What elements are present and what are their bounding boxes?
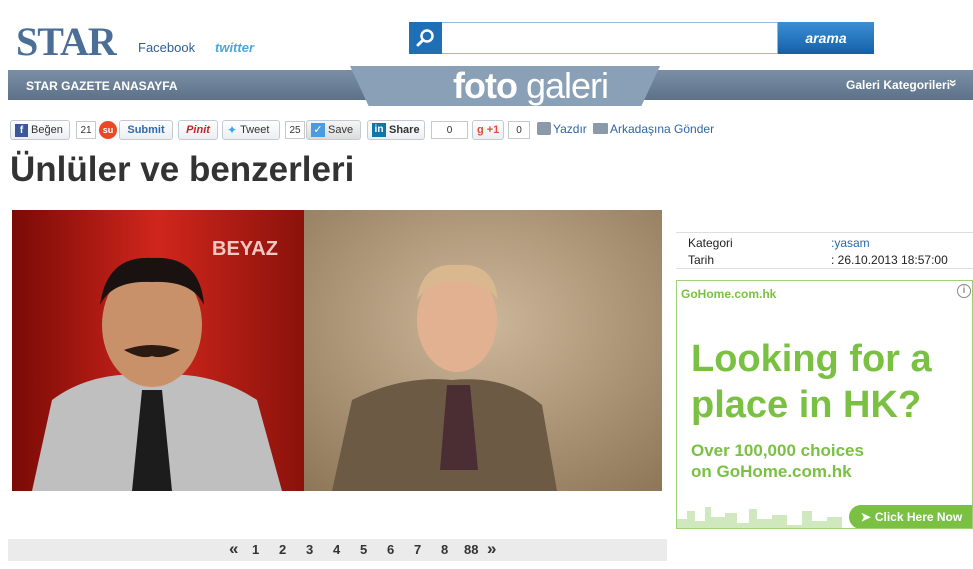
ad-subtext-line1: Over 100,000 choices (691, 441, 864, 460)
foto-galeri-title[interactable]: foto galeri (453, 66, 609, 106)
twitter-bird-icon: ✦ (227, 123, 238, 137)
google-plus-label: +1 (486, 124, 500, 136)
gallery-photo[interactable]: BEYAZ (12, 210, 662, 491)
page-link-6[interactable]: 6 (387, 542, 394, 557)
search-input[interactable] (444, 25, 774, 51)
page-link-7[interactable]: 7 (414, 542, 421, 557)
info-divider (676, 232, 973, 233)
prev-page-icon[interactable]: « (229, 539, 238, 559)
tweet-count: 25 (285, 121, 305, 139)
ad-cta-button[interactable]: ➤ Click Here Now (849, 505, 972, 528)
ad-brand: GoHome.com.hk (681, 287, 777, 301)
page-link-8[interactable]: 8 (441, 542, 448, 557)
nav-categories-link[interactable]: Galeri Kategorileri (846, 78, 950, 92)
linkedin-count: 0 (431, 121, 468, 139)
search-icon[interactable] (409, 22, 442, 54)
linkedin-share-button[interactable]: in Share (367, 120, 425, 140)
ad-headline-line2: place in HK? (691, 384, 922, 426)
search-button[interactable]: arama (778, 22, 874, 54)
google-plus-button[interactable]: g +1 (472, 120, 504, 140)
linkedin-icon: in (372, 123, 386, 137)
page-link-88[interactable]: 88 (464, 542, 478, 557)
page-link-5[interactable]: 5 (360, 542, 367, 557)
save-label: Save (328, 124, 354, 136)
printer-icon (537, 122, 551, 135)
info-icon[interactable]: i (957, 284, 971, 298)
stumbleupon-icon[interactable]: su (99, 121, 117, 139)
page-link-1[interactable]: 1 (252, 542, 259, 557)
date-value: : 26.10.2013 18:57:00 (831, 253, 948, 267)
tweet-button[interactable]: ✦ Tweet (222, 120, 280, 140)
google-plus-icon: g (477, 124, 484, 136)
print-link[interactable]: Yazdır (553, 122, 587, 136)
star-logo[interactable]: STAR (16, 18, 117, 65)
category-label: Kategori (688, 236, 733, 250)
facebook-like-button[interactable]: f Beğen (10, 120, 70, 140)
category-value[interactable]: :yasam (831, 236, 870, 250)
twitter-link[interactable]: twitter (215, 40, 254, 55)
nav-home-link[interactable]: STAR GAZETE ANASAYFA (26, 79, 178, 93)
page-link-2[interactable]: 2 (279, 542, 286, 557)
arrow-right-icon: ➤ (860, 510, 871, 524)
beyaz-logo: BEYAZ (212, 238, 278, 260)
info-divider-bottom (676, 268, 973, 269)
next-page-icon[interactable]: » (487, 539, 496, 559)
facebook-icon: f (15, 123, 28, 137)
chevron-down-icon[interactable]: » (946, 79, 962, 87)
ad-subtext-line2: on GoHome.com.hk (691, 462, 852, 481)
advertisement[interactable]: GoHome.com.hk i Looking for a place in H… (676, 280, 973, 529)
linkedin-label: Share (389, 124, 420, 136)
save-button[interactable]: ✓ Save (306, 120, 361, 140)
ad-cta-label: Click Here Now (874, 510, 963, 524)
page-link-4[interactable]: 4 (333, 542, 340, 557)
envelope-icon (593, 123, 608, 134)
facebook-link[interactable]: Facebook (138, 40, 195, 55)
google-plus-count: 0 (508, 121, 530, 139)
checkmark-icon: ✓ (311, 123, 325, 137)
pinterest-button[interactable]: Pinit (178, 120, 218, 140)
stumbleupon-submit-button[interactable]: Submit (119, 120, 173, 140)
page-title: Ünlüler ve benzerleri (10, 150, 355, 189)
date-label: Tarih (688, 253, 715, 267)
tweet-label: Tweet (240, 124, 270, 136)
page-link-3[interactable]: 3 (306, 542, 313, 557)
ad-headline-line1: Looking for a (691, 338, 932, 380)
email-friend-link[interactable]: Arkadaşına Gönder (610, 122, 714, 136)
facebook-count: 21 (76, 121, 96, 139)
facebook-like-label: Beğen (31, 124, 63, 136)
